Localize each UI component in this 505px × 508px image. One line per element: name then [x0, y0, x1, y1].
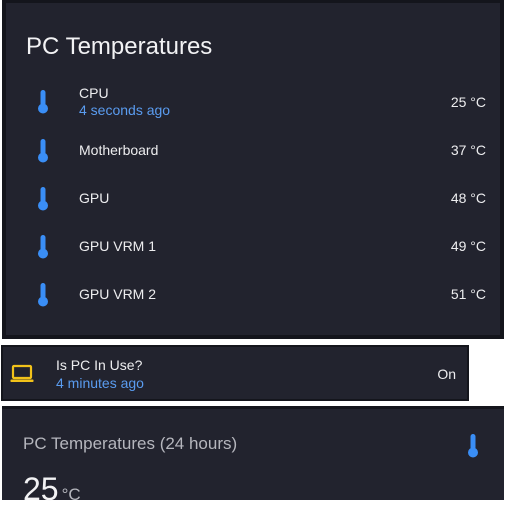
thermometer-icon	[38, 235, 48, 259]
graph-card-title: PC Temperatures (24 hours)	[23, 434, 238, 453]
sensor-row-gpu-vrm-2[interactable]: GPU VRM 2 51 °C	[6, 275, 500, 323]
entity-last-changed: 4 minutes ago	[56, 375, 144, 391]
entity-state: On	[437, 366, 456, 382]
pc-in-use-card[interactable]: Is PC In Use? 4 minutes ago On	[1, 345, 469, 401]
thermometer-icon	[38, 187, 48, 211]
sensor-value: 48 °C	[450, 190, 486, 206]
sensor-name: Motherboard	[79, 142, 159, 158]
sensor-row-gpu-vrm-1[interactable]: GPU VRM 1 49 °C	[6, 227, 500, 275]
entity-name: Is PC In Use?	[56, 357, 143, 373]
current-temperature-value: 25 °C	[23, 471, 81, 508]
thermometer-icon	[38, 139, 48, 163]
sensor-last-updated: 4 seconds ago	[79, 102, 171, 118]
sensor-row-motherboard[interactable]: Motherboard 37 °C	[6, 131, 500, 179]
sensor-row-gpu[interactable]: GPU 48 °C	[6, 179, 500, 227]
thermometer-icon	[468, 434, 478, 458]
temperature-unit: °C	[61, 485, 81, 504]
sensor-row-cpu[interactable]: CPU 4 seconds ago 25 °C	[6, 83, 500, 131]
thermometer-icon	[38, 283, 48, 307]
sensor-name: GPU VRM 2	[79, 286, 157, 302]
laptop-icon	[10, 364, 34, 382]
sensor-value: 25 °C	[450, 94, 486, 110]
sensor-name: GPU	[79, 190, 110, 206]
sensor-value: 49 °C	[450, 238, 486, 254]
temperature-history-card[interactable]: PC Temperatures (24 hours) 25 °C	[2, 406, 504, 507]
sensor-name: CPU	[79, 85, 109, 101]
sensor-name: GPU VRM 1	[79, 238, 157, 254]
sensor-value: 51 °C	[450, 286, 486, 302]
sensor-value: 37 °C	[450, 142, 486, 158]
card-title: PC Temperatures	[26, 33, 213, 60]
temperature-number: 25	[23, 471, 59, 507]
pc-temperatures-card: PC Temperatures CPU 4 seconds ago 25 °C …	[2, 0, 504, 339]
thermometer-icon	[38, 90, 48, 114]
